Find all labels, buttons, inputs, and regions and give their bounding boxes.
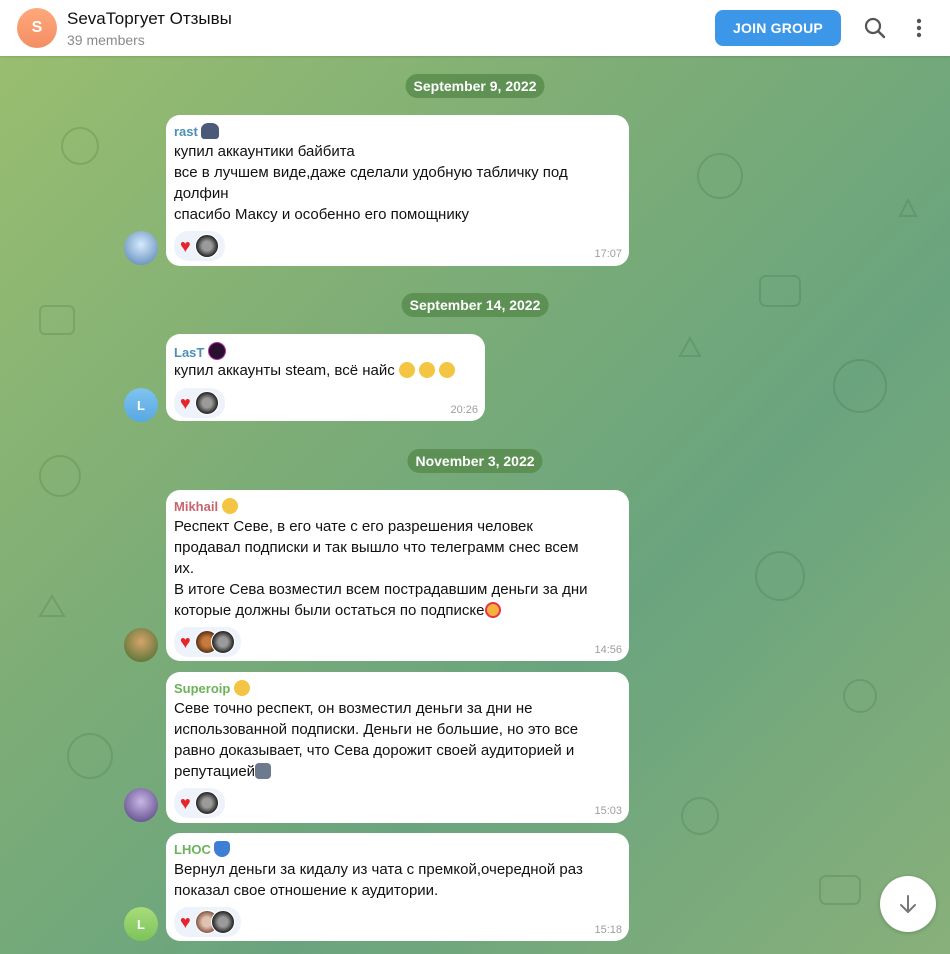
message-bubble: Superoip Севе точно респект, он возмести… xyxy=(166,672,629,823)
avatar[interactable] xyxy=(124,788,158,822)
message-bubble: Mikhail Респект Севе, в его чате с его р… xyxy=(166,490,629,661)
message-time: 14:56 xyxy=(594,644,622,656)
shield-icon xyxy=(214,841,231,857)
reaction-chip[interactable]: ♥ xyxy=(174,231,225,261)
message-line: Респект Севе, в его чате с его разрешени… xyxy=(174,518,533,535)
message-line: долфин xyxy=(174,185,229,202)
message-line: использованной подписки. Деньги не больш… xyxy=(174,721,579,738)
message-line: которые должны были остаться по подписке xyxy=(174,602,485,619)
emoji-icon xyxy=(439,362,456,378)
reactor-avatar xyxy=(210,910,235,934)
author-name[interactable]: Superoip xyxy=(174,680,250,696)
reactor-avatar xyxy=(194,791,219,815)
author-emoji-icon xyxy=(207,342,226,360)
message-line: все в лучшем виде,даже сделали удобную т… xyxy=(174,164,568,181)
author-name-text: rast xyxy=(174,124,198,139)
message-line: Вернул деньги за кидалу из чата с премко… xyxy=(174,861,583,878)
message-line: В итоге Сева возместил всем пострадавшим… xyxy=(174,581,588,598)
date-separator: September 14, 2022 xyxy=(401,293,549,317)
emoji-icon xyxy=(398,362,415,378)
message-time: 15:18 xyxy=(594,924,622,936)
emoji-icon xyxy=(484,602,501,618)
message-line: равно доказывает, что Сева дорожит своей… xyxy=(174,742,575,759)
message-line: купил аккаунты steam, всё найс xyxy=(174,362,395,379)
reactor-avatar xyxy=(210,630,235,654)
search-icon[interactable] xyxy=(861,14,889,42)
arrow-down-icon xyxy=(900,895,916,913)
members-count: 39 members xyxy=(67,32,145,48)
avatar[interactable] xyxy=(124,231,158,265)
reaction-chip[interactable]: ♥ xyxy=(174,907,241,937)
avatar[interactable] xyxy=(124,628,158,662)
group-avatar[interactable]: S xyxy=(17,8,57,48)
author-name[interactable]: LasT xyxy=(174,342,226,360)
message-text: Севе точно респект, он возместил деньги … xyxy=(174,698,619,782)
message-time: 20:26 xyxy=(450,404,478,416)
message-line: спасибо Максу и особенно его помощнику xyxy=(174,206,469,223)
emoji-icon xyxy=(255,763,272,779)
message-line: репутацией xyxy=(174,763,256,780)
heart-icon: ♥ xyxy=(180,632,191,652)
date-separator: November 3, 2022 xyxy=(407,449,543,473)
author-emoji-icon xyxy=(233,680,250,696)
message-bubble: LasT купил аккаунты steam, всё найс ♥ 20… xyxy=(166,334,485,421)
group-title[interactable]: SevaТоргует Отзывы xyxy=(67,9,232,29)
author-emoji-icon xyxy=(221,498,238,514)
message-text: Респект Севе, в его чате с его разрешени… xyxy=(174,516,619,621)
heart-icon: ♥ xyxy=(180,236,191,256)
message-time: 17:07 xyxy=(594,248,622,260)
reactor-avatar xyxy=(194,391,219,415)
author-emoji-icon xyxy=(201,123,220,139)
message-text: купил аккаунты steam, всё найс xyxy=(174,360,475,381)
author-name-text: LHOC xyxy=(174,842,211,857)
message-line: показал свое отношение к аудитории. xyxy=(174,882,439,899)
message-bubble: rast купил аккаунтики байбита все в лучш… xyxy=(166,115,629,266)
message-line: Севе точно респект, он возместил деньги … xyxy=(174,700,533,717)
reaction-chip[interactable]: ♥ xyxy=(174,788,225,818)
message-bubble: LHOC Вернул деньги за кидалу из чата с п… xyxy=(166,833,629,941)
emoji-icon xyxy=(419,362,436,378)
message-text: Вернул деньги за кидалу из чата с премко… xyxy=(174,859,619,901)
date-separator: September 9, 2022 xyxy=(405,74,545,98)
join-group-button[interactable]: JOIN GROUP xyxy=(715,10,841,46)
author-name-text: Mikhail xyxy=(174,499,219,514)
avatar[interactable]: L xyxy=(124,907,158,941)
heart-icon: ♥ xyxy=(180,393,191,413)
message-line: их. xyxy=(174,560,195,577)
scroll-to-bottom-button[interactable] xyxy=(880,876,936,932)
chat-header: S SevaТоргует Отзывы 39 members JOIN GRO… xyxy=(0,0,950,56)
message-text: купил аккаунтики байбита все в лучшем ви… xyxy=(174,141,619,225)
message-line: продавал подписки и так вышло что телегр… xyxy=(174,539,579,556)
reaction-chip[interactable]: ♥ xyxy=(174,388,225,418)
author-name[interactable]: rast xyxy=(174,123,220,139)
message-line: купил аккаунтики байбита xyxy=(174,143,355,160)
heart-icon: ♥ xyxy=(180,912,191,932)
message-time: 15:03 xyxy=(594,805,622,817)
author-name-text: LasT xyxy=(174,345,205,360)
reaction-chip[interactable]: ♥ xyxy=(174,627,241,657)
heart-icon: ♥ xyxy=(180,793,191,813)
avatar[interactable]: L xyxy=(124,388,158,422)
author-name[interactable]: Mikhail xyxy=(174,498,238,514)
author-name[interactable]: LHOC xyxy=(174,841,231,857)
author-name-text: Superoip xyxy=(174,681,231,696)
more-vertical-icon[interactable] xyxy=(905,14,933,42)
reactor-avatar xyxy=(194,234,219,258)
